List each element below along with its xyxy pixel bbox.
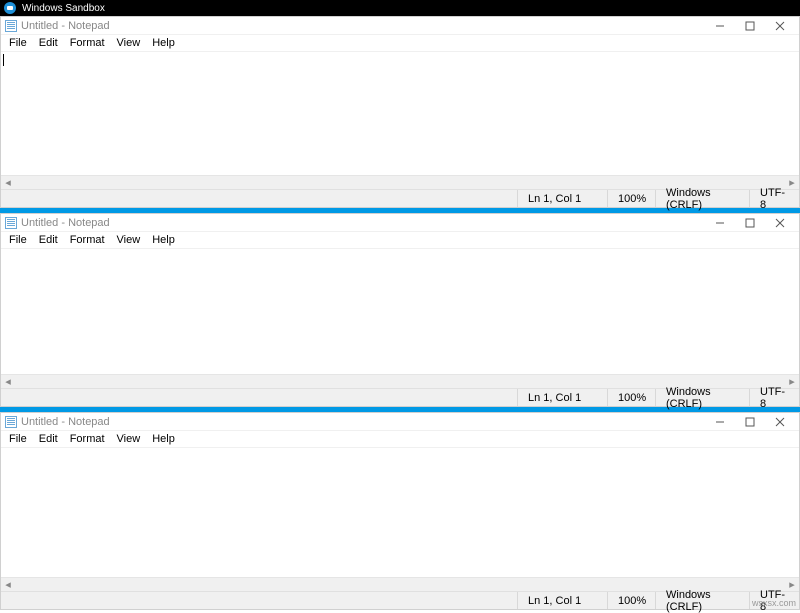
- menu-view[interactable]: View: [111, 36, 147, 50]
- watermark: wsxsx.com: [752, 598, 796, 608]
- text-area[interactable]: [1, 249, 799, 374]
- notepad-window: Untitled - Notepad File Edit Format View…: [0, 16, 800, 208]
- notepad-app-icon: [5, 20, 17, 32]
- status-ln-col: Ln 1, Col 1: [517, 389, 607, 406]
- window-buttons: [711, 216, 795, 230]
- maximize-button[interactable]: [741, 19, 759, 33]
- menu-format[interactable]: Format: [64, 233, 111, 247]
- notepad-titlebar[interactable]: Untitled - Notepad: [1, 17, 799, 35]
- notepad-window: Untitled - Notepad File Edit Format View…: [0, 412, 800, 610]
- status-encoding: UTF-8: [749, 389, 799, 406]
- menu-help[interactable]: Help: [146, 432, 181, 446]
- status-bar: Ln 1, Col 1 100% Windows (CRLF) UTF-8: [1, 591, 799, 609]
- desktop: Untitled - Notepad File Edit Format View…: [0, 16, 800, 610]
- status-bar: Ln 1, Col 1 100% Windows (CRLF) UTF-8: [1, 189, 799, 207]
- status-eol: Windows (CRLF): [655, 592, 749, 609]
- status-encoding: UTF-8: [749, 190, 799, 207]
- status-eol: Windows (CRLF): [655, 389, 749, 406]
- close-button[interactable]: [771, 19, 789, 33]
- status-eol: Windows (CRLF): [655, 190, 749, 207]
- notepad-titlebar[interactable]: Untitled - Notepad: [1, 413, 799, 431]
- minimize-button[interactable]: [711, 19, 729, 33]
- menu-edit[interactable]: Edit: [33, 432, 64, 446]
- menu-file[interactable]: File: [3, 432, 33, 446]
- window-buttons: [711, 19, 795, 33]
- menu-help[interactable]: Help: [146, 36, 181, 50]
- menu-view[interactable]: View: [111, 233, 147, 247]
- notepad-title: Untitled - Notepad: [21, 217, 110, 229]
- scroll-left-icon[interactable]: ◂: [1, 578, 15, 592]
- notepad-title: Untitled - Notepad: [21, 20, 110, 32]
- menu-bar: File Edit Format View Help: [1, 431, 799, 448]
- sandbox-title: Windows Sandbox: [22, 3, 105, 14]
- status-ln-col: Ln 1, Col 1: [517, 592, 607, 609]
- status-zoom: 100%: [607, 592, 655, 609]
- notepad-app-icon: [5, 416, 17, 428]
- menu-format[interactable]: Format: [64, 36, 111, 50]
- window-buttons: [711, 415, 795, 429]
- status-ln-col: Ln 1, Col 1: [517, 190, 607, 207]
- minimize-button[interactable]: [711, 415, 729, 429]
- notepad-title: Untitled - Notepad: [21, 416, 110, 428]
- maximize-button[interactable]: [741, 216, 759, 230]
- menu-file[interactable]: File: [3, 233, 33, 247]
- notepad-titlebar[interactable]: Untitled - Notepad: [1, 214, 799, 232]
- sandbox-icon: [4, 2, 16, 14]
- menu-view[interactable]: View: [111, 432, 147, 446]
- status-bar: Ln 1, Col 1 100% Windows (CRLF) UTF-8: [1, 388, 799, 406]
- text-caret: [3, 54, 4, 66]
- status-zoom: 100%: [607, 190, 655, 207]
- scroll-left-icon[interactable]: ◂: [1, 375, 15, 389]
- menu-edit[interactable]: Edit: [33, 36, 64, 50]
- minimize-button[interactable]: [711, 216, 729, 230]
- scroll-left-icon[interactable]: ◂: [1, 176, 15, 190]
- menu-bar: File Edit Format View Help: [1, 232, 799, 249]
- menu-help[interactable]: Help: [146, 233, 181, 247]
- maximize-button[interactable]: [741, 415, 759, 429]
- notepad-app-icon: [5, 217, 17, 229]
- status-zoom: 100%: [607, 389, 655, 406]
- menu-format[interactable]: Format: [64, 432, 111, 446]
- close-button[interactable]: [771, 216, 789, 230]
- text-area[interactable]: [1, 448, 799, 577]
- notepad-window: Untitled - Notepad File Edit Format View…: [0, 213, 800, 407]
- menu-file[interactable]: File: [3, 36, 33, 50]
- sandbox-titlebar: Windows Sandbox: [0, 0, 800, 16]
- text-area[interactable]: [1, 52, 799, 175]
- close-button[interactable]: [771, 415, 789, 429]
- menu-edit[interactable]: Edit: [33, 233, 64, 247]
- menu-bar: File Edit Format View Help: [1, 35, 799, 52]
